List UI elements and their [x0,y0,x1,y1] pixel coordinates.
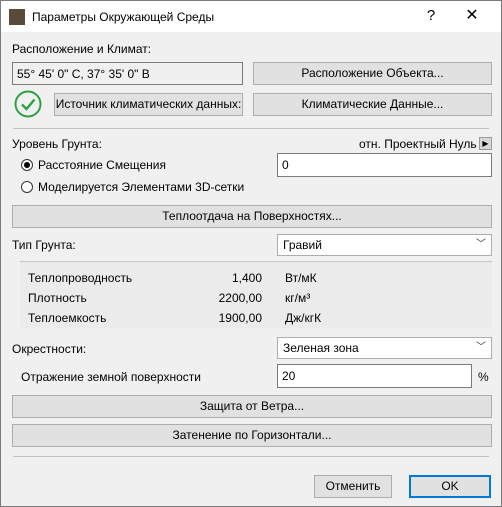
divider [13,456,489,457]
reflection-label: Отражение земной поверхности [21,370,201,384]
coordinates-field: 55° 45' 0" С, 37° 35' 0" В [12,62,243,85]
app-icon [9,9,25,25]
ground-level-label: Уровень Грунта: [12,137,102,151]
surroundings-value: Зеленая зона [283,341,359,355]
percent-unit: % [478,370,489,384]
window-title: Параметры Окружающей Среды [32,10,215,24]
ground-level-reference: отн. Проектный Нуль [359,137,477,151]
property-value: 1,400 [231,271,262,285]
surroundings-label: Окрестности: [12,342,87,356]
wind-protection-button[interactable]: Защита от Ветра... [12,395,492,418]
soil-type-label: Тип Грунта: [12,238,76,252]
divider [13,128,489,129]
offset-radio-label[interactable]: Расстояние Смещения [38,158,166,172]
climate-source-button[interactable]: Источник климатических данных: [54,93,243,116]
mesh-radio[interactable] [21,181,33,193]
chevron-down-icon: ﹀ [476,342,486,353]
reference-arrow-icon[interactable]: ▶ [479,137,492,150]
climate-data-button[interactable]: Климатические Данные... [253,93,492,116]
cancel-button[interactable]: Отменить [314,475,392,498]
property-value: 2200,00 [218,291,262,305]
horizon-shading-button[interactable]: Затенение по Горизонтали... [12,424,492,447]
property-name: Плотность [28,291,87,305]
property-name: Теплоемкость [28,311,107,325]
offset-input[interactable]: 0 [277,153,492,177]
help-button[interactable]: ? [419,5,443,27]
location-button[interactable]: Расположение Объекта... [253,62,492,85]
property-value: 1900,00 [218,311,262,325]
location-climate-label: Расположение и Климат: [12,42,152,56]
mesh-radio-label[interactable]: Моделируется Элементами 3D-сетки [38,180,244,194]
environment-settings-dialog: Параметры Окружающей Среды ? ✕ Расположе… [0,0,502,507]
heat-transfer-button[interactable]: Теплоотдача на Поверхностях... [12,205,492,228]
property-name: Теплопроводность [28,271,133,285]
surroundings-select[interactable]: Зеленая зона ﹀ [277,337,492,359]
offset-radio[interactable] [21,159,33,171]
reflection-input[interactable]: 20 [277,364,472,388]
soil-type-select[interactable]: Гравий ﹀ [277,234,492,256]
title-bar: Параметры Окружающей Среды ? ✕ [1,1,501,32]
chevron-down-icon: ﹀ [476,239,486,250]
property-unit: кг/м³ [285,291,311,305]
checkmark-icon [14,90,42,118]
property-unit: Дж/кгК [285,311,322,325]
ok-button[interactable]: OK [409,475,491,498]
property-unit: Вт/мК [285,271,317,285]
close-button[interactable]: ✕ [457,5,487,27]
soil-type-value: Гравий [283,238,322,252]
